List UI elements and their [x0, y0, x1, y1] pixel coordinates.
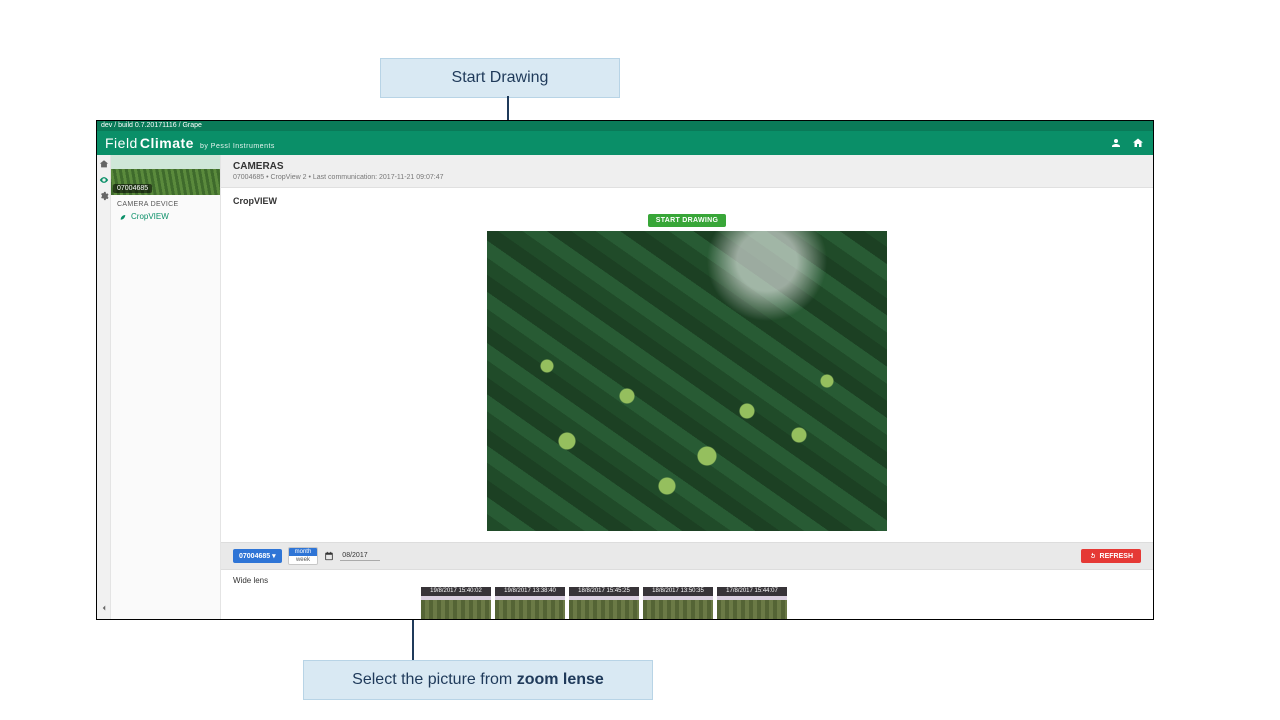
station-thumbnail[interactable]: 07004685 — [111, 155, 220, 195]
sidebar-item-label: CropVIEW — [131, 212, 169, 221]
thumbnail[interactable]: 18/8/2017 13:50:35 — [643, 587, 713, 619]
date-field[interactable]: 08/2017 — [340, 552, 380, 561]
thumbnail[interactable]: 19/8/2017 15:40:02 — [421, 587, 491, 619]
start-drawing-button[interactable]: START DRAWING — [648, 214, 727, 227]
main-column: CAMERAS 07004685 • CropView 2 • Last com… — [221, 155, 1153, 619]
brand-byline: by Pessl Instruments — [200, 143, 275, 150]
annotation-zoom-lense: Select the picture from zoom lense — [303, 660, 653, 700]
range-week[interactable]: week — [289, 556, 318, 564]
annotation-start-drawing: Start Drawing — [380, 58, 620, 98]
annotation-zoom-text: Select the picture from — [352, 671, 517, 688]
station-select-pill[interactable]: 07004685 ▾ — [233, 549, 282, 563]
station-id-badge: 07004685 — [113, 184, 152, 193]
cameras-header: CAMERAS 07004685 • CropView 2 • Last com… — [221, 155, 1153, 188]
wide-lens-label: Wide lens — [221, 570, 1153, 587]
brand-part2: Climate — [140, 135, 194, 151]
top-header: FieldClimate by Pessl Instruments — [97, 131, 1153, 155]
cropview-label: CropVIEW — [221, 188, 1153, 210]
calendar-icon[interactable] — [324, 551, 334, 561]
cameras-subtitle: 07004685 • CropView 2 • Last communicati… — [233, 174, 1141, 181]
thumbnail[interactable]: 19/8/2017 13:38:40 — [495, 587, 565, 619]
thumbnail-timestamp: 18/8/2017 13:50:35 — [643, 587, 713, 596]
range-month[interactable]: month — [289, 548, 318, 556]
rail-eye-icon[interactable] — [99, 175, 109, 185]
thumbnail-timestamp: 19/8/2017 13:38:40 — [495, 587, 565, 596]
rail-collapse-icon[interactable] — [99, 603, 109, 613]
thumbnail-timestamp: 18/8/2017 15:45:25 — [569, 587, 639, 596]
thumbnail-timestamp: 17/8/2017 15:44:07 — [717, 587, 787, 596]
app-frame: dev / build 0.7.20171116 / Grape FieldCl… — [96, 120, 1154, 620]
refresh-icon — [1089, 552, 1097, 560]
main-camera-image[interactable] — [487, 231, 887, 531]
image-area: START DRAWING — [221, 210, 1153, 542]
home-icon[interactable] — [1131, 136, 1145, 150]
refresh-label: REFRESH — [1100, 553, 1133, 560]
thumbnail[interactable]: 17/8/2017 15:44:07 — [717, 587, 787, 619]
left-icon-rail — [97, 155, 111, 619]
rail-gear-icon[interactable] — [99, 191, 109, 201]
rail-home-icon[interactable] — [99, 159, 109, 169]
range-toggle[interactable]: month week — [288, 547, 319, 565]
thumbnail-timestamp: 19/8/2017 15:40:02 — [421, 587, 491, 596]
brand-part1: Field — [105, 135, 138, 151]
build-info-bar: dev / build 0.7.20171116 / Grape — [97, 121, 1153, 131]
sidebar-item-cropview[interactable]: CropVIEW — [111, 210, 220, 223]
station-panel: 07004685 CAMERA DEVICE CropVIEW — [111, 155, 221, 619]
camera-device-header: CAMERA DEVICE — [111, 195, 220, 210]
user-icon[interactable] — [1109, 136, 1123, 150]
brand-logo: FieldClimate by Pessl Instruments — [105, 135, 275, 151]
thumbnail-strip: 19/8/2017 15:40:02 19/8/2017 13:38:40 18… — [221, 587, 1153, 619]
filter-bar: 07004685 ▾ month week 08/2017 REFRESH — [221, 542, 1153, 570]
thumbnail[interactable]: 18/8/2017 15:45:25 — [569, 587, 639, 619]
cameras-title: CAMERAS — [233, 161, 1141, 172]
annotation-zoom-bold: zoom lense — [517, 671, 604, 688]
refresh-button[interactable]: REFRESH — [1081, 549, 1141, 563]
leaf-icon — [119, 213, 127, 221]
